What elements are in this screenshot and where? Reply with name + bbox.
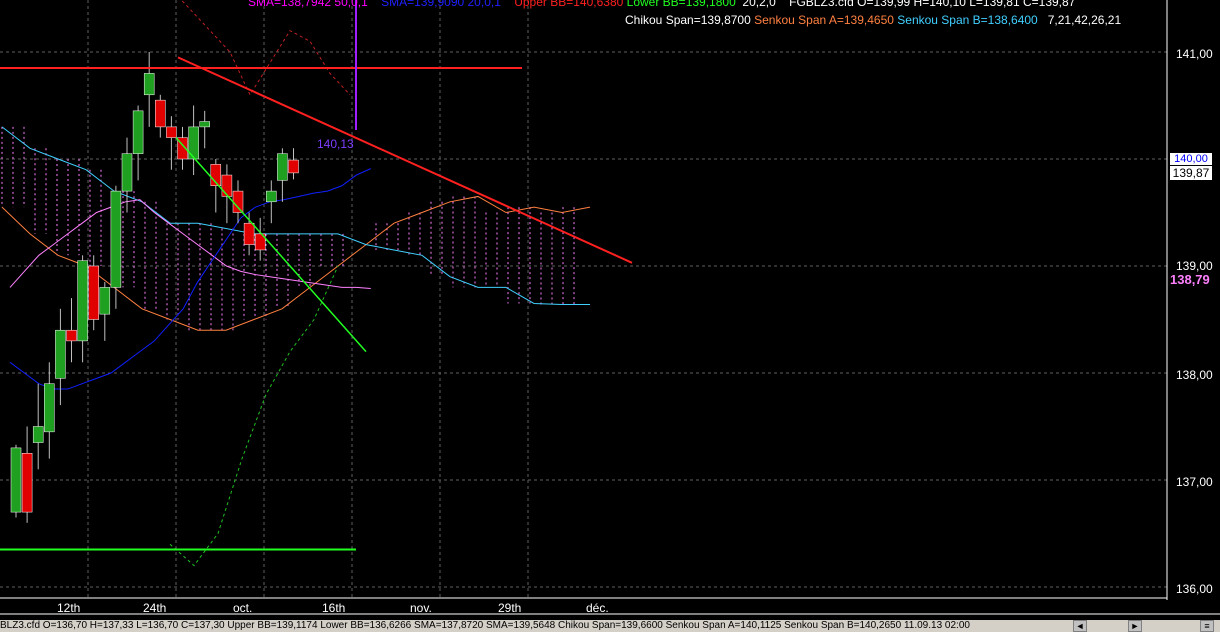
candle-body <box>32 426 44 443</box>
candle-body <box>132 110 144 154</box>
date-tick: 12th <box>57 601 81 615</box>
upper-bb-line <box>180 0 351 96</box>
legend-sma20: SMA=139,9090 20,0,1 <box>381 0 501 9</box>
candle-body <box>288 159 299 174</box>
scroll-right-icon[interactable]: ► <box>1128 620 1142 632</box>
price-tick: 141,00 <box>1176 47 1213 61</box>
candle-body <box>21 453 33 513</box>
date-tick: déc. <box>586 601 609 615</box>
candle-body <box>243 222 255 245</box>
status-bar: BLZ3.cfd O=136,70 H=137,33 L=136,70 C=13… <box>0 620 1220 632</box>
price-tag-high: 140,00 <box>1170 153 1212 165</box>
chart-grid <box>0 0 1167 598</box>
candle-body <box>232 190 244 213</box>
candle-body <box>88 265 99 320</box>
candle-body <box>99 287 111 315</box>
price-chart[interactable] <box>0 0 1220 620</box>
legend-senkou-b: Senkou Span B=138,6400 <box>897 13 1038 27</box>
price-tick: 138,00 <box>1176 368 1213 382</box>
legend-ichimoku-params: 7,21,42,26,21 <box>1047 13 1122 27</box>
candle-body <box>143 73 155 96</box>
candle-body <box>110 190 122 288</box>
scroll-left-icon[interactable]: ◄ <box>1073 620 1087 632</box>
date-tick: oct. <box>233 601 253 615</box>
legend-chikou: Chikou Span=139,8700 <box>625 13 751 27</box>
candle-body <box>121 153 133 192</box>
price-tick: 139,00 <box>1176 259 1213 273</box>
green-trendline <box>175 137 367 353</box>
legend-bb-params: 20,2,0 <box>742 0 776 9</box>
candle-body <box>55 329 66 379</box>
candle-body <box>44 383 55 433</box>
date-tick: nov. <box>410 601 432 615</box>
resize-grip-icon[interactable]: ≡ <box>1200 620 1214 632</box>
price-tick: 137,00 <box>1176 475 1213 489</box>
candle-body <box>199 121 210 128</box>
candle-body <box>10 447 22 513</box>
legend-lower-bb: Lower BB=139,1800 <box>626 0 736 9</box>
current-price-tag: 139,87 <box>1170 166 1212 180</box>
price-tick: 136,00 <box>1176 582 1213 596</box>
candle-body <box>155 99 166 128</box>
lower-bb-line <box>169 265 339 567</box>
legend-ohlc: FGBLZ3.cfd O=139,99 H=140,10 L=139,81 C=… <box>789 0 1076 9</box>
candle-body <box>166 126 177 138</box>
candle-body <box>266 190 277 203</box>
candle-body <box>277 153 288 181</box>
legend-upper-bb: Upper BB=140,6380 <box>514 0 624 9</box>
date-tick: 29th <box>498 601 522 615</box>
legend-senkou-a: Senkou Span A=139,4650 <box>754 13 894 27</box>
candles <box>10 52 299 523</box>
date-tick: 16th <box>322 601 346 615</box>
status-text: BLZ3.cfd O=136,70 H=137,33 L=136,70 C=13… <box>0 620 970 631</box>
legend-row-2: Chikou Span=139,8700 Senkou Span A=139,4… <box>625 13 1121 27</box>
candle-body <box>221 174 233 197</box>
legend-row-1: SMA=138,7942 50,0,1 SMA=139,9090 20,0,1 … <box>248 0 1075 9</box>
candle-body <box>77 260 88 342</box>
candle-body <box>66 329 77 342</box>
date-tick: 24th <box>143 601 167 615</box>
sma-price-tag: 138,79 <box>1170 272 1210 287</box>
sma50-line <box>9 199 371 289</box>
price-annotation: 140,13 <box>317 137 354 151</box>
legend-sma50: SMA=138,7942 50,0,1 <box>248 0 368 9</box>
